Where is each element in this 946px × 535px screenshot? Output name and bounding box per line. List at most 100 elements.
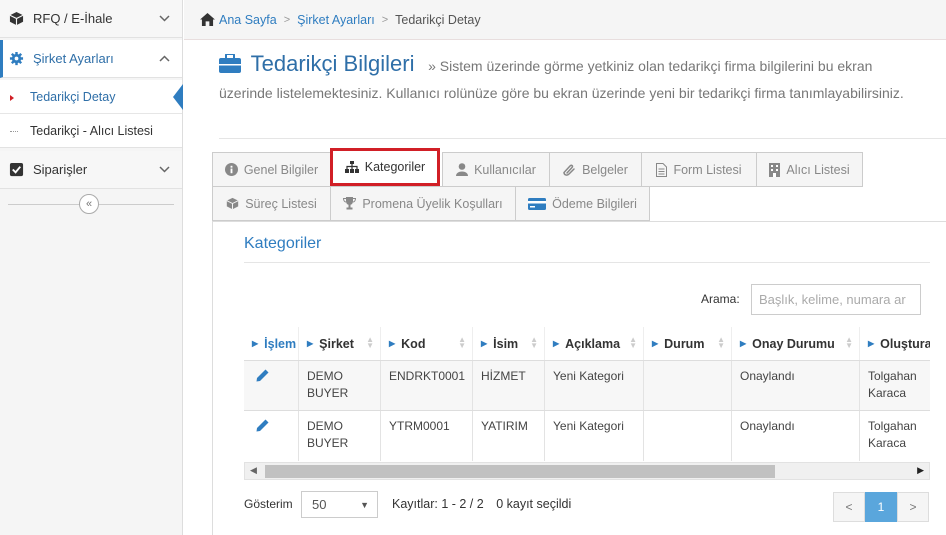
search-input[interactable] — [751, 284, 921, 315]
sitemap-icon — [344, 161, 359, 173]
tab-label: Form Listesi — [673, 162, 742, 177]
home-icon[interactable] — [200, 13, 215, 26]
sidebar-subitem-label: Tedarikçi Detay — [30, 89, 116, 104]
tab-label: Alıcı Listesi — [786, 162, 850, 177]
table-cell-status — [644, 411, 732, 461]
page-size-label: Gösterim — [244, 497, 293, 511]
chevron-down-icon — [159, 13, 170, 25]
section-title: Kategoriler — [244, 235, 322, 252]
table-cell-status — [644, 361, 732, 411]
column-header-name[interactable]: ▶ İsim ▲ ▼ — [473, 327, 545, 360]
sidebar-subitem-label: Tedarikçi - Alıcı Listesi — [30, 123, 153, 138]
table-cell-action — [244, 361, 299, 411]
section-divider — [244, 262, 930, 263]
paperclip-icon — [563, 163, 576, 176]
breadcrumb-separator: > — [381, 13, 389, 26]
table-cell-name: YATIRIM — [473, 411, 545, 461]
sidebar-item-label: Şirket Ayarları — [33, 51, 114, 66]
sort-icon: ▲ ▼ — [717, 335, 725, 350]
table-cell-company: DEMO BUYER — [299, 361, 381, 411]
building-icon — [769, 162, 781, 177]
table-cell-name: HİZMET — [473, 361, 545, 411]
tab-form-list[interactable]: Form Listesi — [641, 152, 757, 187]
column-header-approval-status[interactable]: ▶ Onay Durumu ▲ ▼ — [732, 327, 860, 360]
table-cell-approval: Onaylandı — [732, 361, 860, 411]
tab-payment-info[interactable]: Ödeme Bilgileri — [515, 186, 650, 221]
sort-icon: ▲ ▼ — [366, 335, 374, 350]
header-divider — [219, 138, 946, 139]
column-header-description[interactable]: ▶ Açıklama ▲ ▼ — [545, 327, 644, 360]
page-title: Tedarikçi Bilgileri — [250, 51, 415, 76]
gear-icon — [8, 51, 24, 67]
sidebar-item-label: RFQ / E-İhale — [33, 11, 113, 26]
sidebar-collapse-button[interactable]: « — [79, 194, 99, 214]
breadcrumb-home-link[interactable]: Ana Sayfa — [219, 13, 277, 27]
scroll-right-arrow[interactable]: ▶ — [917, 465, 924, 476]
tab-categories[interactable]: Kategoriler — [330, 148, 440, 186]
sort-icon: ▲ ▼ — [530, 335, 538, 350]
record-info: Kayıtlar: 1 - 2 / 2 0 kayıt seçildi — [392, 497, 571, 511]
scrollbar-thumb[interactable] — [265, 465, 775, 478]
table-cell-creator: Tolgahan Karaca — [868, 369, 917, 400]
credit-card-icon — [528, 197, 547, 210]
search-label: Arama: — [701, 292, 740, 306]
table-cell-description: Yeni Kategori — [545, 411, 644, 461]
tab-membership-terms[interactable]: Promena Üyelik Koşulları — [330, 186, 516, 221]
sidebar-item-orders[interactable]: Siparişler — [0, 151, 182, 189]
scroll-left-arrow[interactable]: ◀ — [250, 465, 257, 476]
selected-count: 0 kayıt seçildi — [496, 497, 572, 511]
cube-icon — [226, 197, 239, 210]
table-cell-code: YTRM0001 — [381, 411, 473, 461]
arrow-right-icon — [10, 95, 14, 101]
sidebar-item-label: Siparişler — [33, 162, 88, 177]
tab-label: Süreç Listesi — [245, 196, 317, 211]
table-cell-approval: Onaylandı — [732, 411, 860, 461]
checkbox-icon — [8, 162, 24, 178]
sort-icon: ▲ ▼ — [629, 335, 637, 350]
tab-documents[interactable]: Belgeler — [549, 152, 642, 187]
edit-icon[interactable] — [256, 369, 269, 387]
column-header-created-by[interactable]: ▶Oluşturan — [860, 327, 930, 360]
file-icon — [656, 162, 668, 177]
sort-icon: ▲ ▼ — [845, 335, 853, 350]
pagination-page[interactable]: 1 — [865, 492, 897, 522]
sidebar-subitem-supplier-detail[interactable]: Tedarikçi Detay — [0, 80, 183, 114]
tab-label: Belgeler — [582, 162, 628, 177]
table-cell-code: ENDRKT0001 — [381, 361, 473, 411]
briefcase-icon — [219, 53, 241, 81]
sidebar: RFQ / E-İhale Şirket Ayarları Tedarikçi … — [0, 0, 183, 535]
pagination-prev[interactable]: < — [833, 492, 865, 522]
tab-general-info[interactable]: Genel Bilgiler — [212, 152, 331, 187]
chevron-down-icon — [159, 164, 170, 176]
column-header-company[interactable]: ▶ Şirket ▲ ▼ — [299, 327, 381, 360]
edit-icon[interactable] — [256, 419, 269, 437]
records-count: Kayıtlar: 1 - 2 / 2 — [392, 497, 484, 511]
sidebar-item-rfq[interactable]: RFQ / E-İhale — [0, 0, 182, 38]
tab-buyer-list[interactable]: Alıcı Listesi — [756, 152, 863, 187]
caret-down-icon: ▼ — [360, 500, 369, 510]
page-header: Tedarikçi Bilgileri » Sistem üzerinde gö… — [219, 52, 919, 106]
page-size-select[interactable]: 50 ▼ — [301, 491, 378, 518]
pagination-next[interactable]: > — [897, 492, 929, 522]
tab-label: Promena Üyelik Koşulları — [362, 196, 503, 211]
column-header-status[interactable]: ▶ Durum ▲ ▼ — [644, 327, 732, 360]
table-cell-company: DEMO BUYER — [299, 411, 381, 461]
tab-process-list[interactable]: Süreç Listesi — [212, 186, 331, 221]
horizontal-scrollbar[interactable]: ◀ ▶ — [244, 462, 930, 480]
breadcrumb: Ana Sayfa > Şirket Ayarları > Tedarikçi … — [184, 0, 946, 40]
sidebar-subitem-supplier-buyer-list[interactable]: Tedarikçi - Alıcı Listesi — [0, 114, 182, 148]
breadcrumb-section-link[interactable]: Şirket Ayarları — [297, 13, 375, 27]
table-row: DEMO BUYER YTRM0001 YATIRIM Yeni Kategor… — [244, 410, 930, 461]
tab-label: Kategoriler — [364, 160, 426, 174]
tab-label: Ödeme Bilgileri — [552, 196, 637, 211]
column-header-code[interactable]: ▶ Kod ▲ ▼ — [381, 327, 473, 360]
tab-users[interactable]: Kullanıcılar — [442, 152, 550, 187]
active-indicator — [173, 84, 183, 110]
table-cell-action — [244, 411, 299, 461]
tab-label: Genel Bilgiler — [243, 162, 319, 177]
sidebar-item-company-settings[interactable]: Şirket Ayarları — [0, 40, 182, 78]
tab-label: Kullanıcılar — [474, 162, 536, 177]
tree-line — [10, 131, 18, 132]
trophy-icon — [343, 197, 357, 210]
column-header-action[interactable]: ▶ İşlem — [244, 327, 299, 360]
